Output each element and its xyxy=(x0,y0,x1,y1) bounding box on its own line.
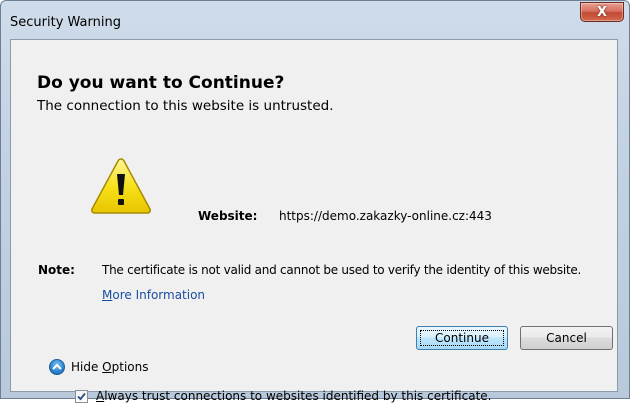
hide-options-toggle[interactable]: Hide Options xyxy=(49,358,148,376)
hide-options-mnemonic: O xyxy=(102,360,112,374)
more-information-mnemonic: M xyxy=(102,288,113,302)
warning-icon xyxy=(91,158,151,214)
always-trust-row: Always trust connections to websites ide… xyxy=(75,387,491,405)
continue-button[interactable]: Continue xyxy=(416,326,508,350)
dialog-heading: Do you want to Continue? xyxy=(37,73,285,93)
note-label: Note: xyxy=(38,263,75,277)
always-trust-checkbox[interactable] xyxy=(75,389,88,403)
always-trust-text: lways trust connections to websites iden… xyxy=(104,389,492,403)
security-warning-window: Security Warning X Do you want to Contin… xyxy=(0,0,630,403)
hide-options-label: Hide Options xyxy=(71,360,148,374)
cancel-button-label: Cancel xyxy=(546,331,587,345)
title-bar[interactable]: Security Warning X xyxy=(1,1,629,39)
close-icon: X xyxy=(596,4,608,20)
hide-options-rest: ptions xyxy=(111,360,149,374)
window-title: Security Warning xyxy=(10,15,121,30)
close-button[interactable]: X xyxy=(580,2,624,22)
website-label: Website: xyxy=(198,209,258,223)
always-trust-mnemonic: A xyxy=(96,389,105,403)
hide-options-prefix: Hide xyxy=(71,360,103,374)
note-text: The certificate is not valid and cannot … xyxy=(102,263,582,277)
focus-ring xyxy=(420,330,504,346)
checkmark-icon xyxy=(77,392,86,400)
dialog-subheading: The connection to this website is untrus… xyxy=(37,98,334,114)
always-trust-label[interactable]: Always trust connections to websites ide… xyxy=(96,389,491,403)
website-url: https://demo.zakazky-online.cz:443 xyxy=(279,209,492,223)
more-information-link[interactable]: More Information xyxy=(102,288,205,302)
dialog-content: Do you want to Continue? The connection … xyxy=(10,39,618,403)
more-information-label: ore Information xyxy=(112,288,206,302)
chevron-up-icon xyxy=(49,359,65,375)
cancel-button[interactable]: Cancel xyxy=(520,326,613,350)
